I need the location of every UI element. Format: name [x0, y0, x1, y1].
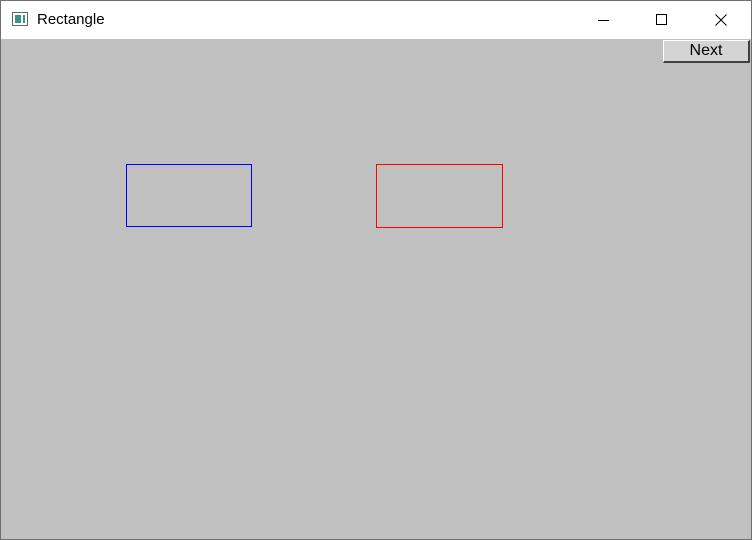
window-title: Rectangle [37, 11, 105, 28]
app-icon-pane-right [23, 15, 25, 23]
blue-rectangle [126, 164, 252, 227]
close-icon [715, 14, 727, 26]
red-rectangle [376, 164, 503, 228]
close-button[interactable] [692, 1, 750, 39]
app-window: Rectangle Next [0, 0, 752, 540]
client-area: Next [1, 39, 751, 539]
next-button[interactable]: Next [663, 40, 750, 63]
maximize-icon [656, 14, 667, 25]
title-bar[interactable]: Rectangle [1, 1, 751, 39]
window-app-icon[interactable] [12, 12, 28, 26]
minimize-icon [598, 20, 609, 21]
minimize-button[interactable] [575, 1, 633, 39]
maximize-button[interactable] [633, 1, 691, 39]
app-icon-pane-left [15, 15, 21, 23]
